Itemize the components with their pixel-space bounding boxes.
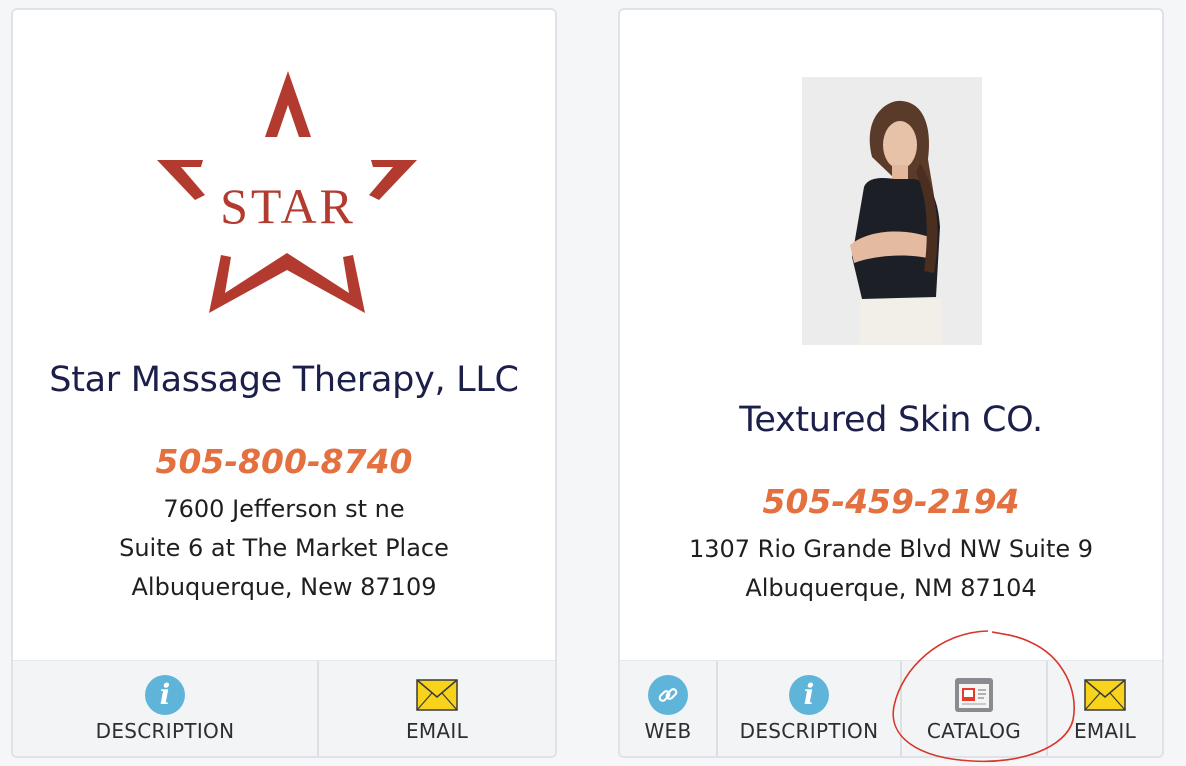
address-line-1: 1307 Rio Grande Blvd NW Suite 9 xyxy=(688,535,1094,563)
envelope-icon xyxy=(416,675,458,715)
address: 7600 Jefferson st ne Suite 6 at The Mark… xyxy=(13,490,555,607)
portrait-photo xyxy=(802,77,982,345)
email-label: EMAIL xyxy=(1073,719,1137,743)
email-label: EMAIL xyxy=(405,719,469,743)
web-button[interactable]: WEB xyxy=(620,661,718,756)
address-line-1: 7600 Jefferson st ne xyxy=(163,495,405,523)
card-actions: WEB i DESCRIPTION CATALOG EMAIL xyxy=(620,660,1162,756)
description-label: DESCRIPTION xyxy=(95,719,235,743)
catalog-label: CATALOG xyxy=(926,719,1022,743)
logo-text: STAR xyxy=(220,178,356,234)
description-button[interactable]: i DESCRIPTION xyxy=(13,661,319,756)
business-name: Star Massage Therapy, LLC xyxy=(49,360,519,400)
link-icon xyxy=(647,675,689,715)
address-line-2: Suite 6 at The Market Place xyxy=(119,534,449,562)
catalog-icon xyxy=(953,675,995,715)
address-line-2: Albuquerque, NM 87104 xyxy=(745,574,1037,602)
envelope-icon xyxy=(1084,675,1126,715)
web-label: WEB xyxy=(644,719,692,743)
business-card-star-massage: STAR Star Massage Therapy, LLC 505-800-8… xyxy=(11,8,557,758)
business-name: Textured Skin CO. xyxy=(739,400,1043,440)
catalog-button[interactable]: CATALOG xyxy=(902,661,1048,756)
phone-number[interactable]: 505-459-2194 xyxy=(620,482,1162,521)
description-button[interactable]: i DESCRIPTION xyxy=(718,661,902,756)
info-icon: i xyxy=(788,675,830,715)
card-actions: i DESCRIPTION EMAIL xyxy=(13,660,555,756)
info-icon: i xyxy=(144,675,186,715)
email-button[interactable]: EMAIL xyxy=(1048,661,1162,756)
description-label: DESCRIPTION xyxy=(739,719,879,743)
address-line-3: Albuquerque, New 87109 xyxy=(131,573,437,601)
address: 1307 Rio Grande Blvd NW Suite 9 Albuquer… xyxy=(620,530,1162,608)
star-logo: STAR xyxy=(157,71,417,313)
business-card-textured-skin: Textured Skin CO. 505-459-2194 1307 Rio … xyxy=(618,8,1164,758)
email-button[interactable]: EMAIL xyxy=(319,661,555,756)
phone-number[interactable]: 505-800-8740 xyxy=(13,442,555,481)
